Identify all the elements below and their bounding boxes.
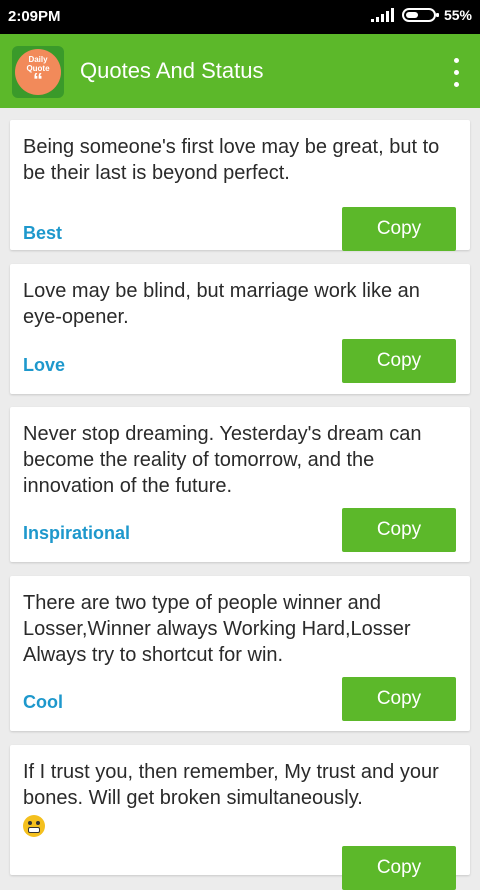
quote-card: There are two type of people winner and …: [10, 576, 470, 731]
quote-text: If I trust you, then remember, My trust …: [23, 759, 455, 837]
quote-card: Never stop dreaming. Yesterday's dream c…: [10, 407, 470, 562]
copy-button[interactable]: Copy: [342, 677, 456, 721]
quote-category[interactable]: Best: [23, 223, 62, 244]
copy-button[interactable]: Copy: [342, 508, 456, 552]
battery-percent: 55%: [443, 7, 472, 23]
quote-text: Love may be blind, but marriage work lik…: [23, 280, 420, 328]
quote-text-content: If I trust you, then remember, My trust …: [23, 761, 439, 809]
status-bar: 2:09PM 55%: [0, 0, 480, 34]
quote-category[interactable]: Cool: [23, 692, 63, 713]
quote-text: Being someone's first love may be great,…: [23, 136, 440, 184]
quote-card: Love may be blind, but marriage work lik…: [10, 264, 470, 394]
logo-text-daily: Daily: [28, 55, 48, 64]
app-title: Quotes And Status: [80, 58, 264, 83]
signal-icon: [370, 8, 394, 22]
quote-category[interactable]: Inspirational: [23, 523, 130, 544]
copy-button[interactable]: Copy: [342, 339, 456, 383]
status-time: 2:09PM: [8, 8, 61, 25]
quote-category[interactable]: Love: [23, 355, 65, 376]
copy-button[interactable]: Copy: [342, 207, 456, 251]
quote-card: If I trust you, then remember, My trust …: [10, 745, 470, 890]
battery-icon: [401, 8, 439, 22]
status-icons: 55%: [370, 7, 472, 23]
more-vert-icon[interactable]: [450, 54, 462, 90]
copy-button[interactable]: Copy: [342, 846, 456, 890]
app-bar: Daily Quote “ Quotes And Status: [0, 34, 480, 108]
quote-mark-icon: “: [33, 70, 43, 92]
quote-text: There are two type of people winner and …: [23, 592, 411, 666]
grimacing-face-icon: [23, 814, 45, 837]
app-logo: Daily Quote “: [12, 46, 64, 98]
quote-card: Being someone's first love may be great,…: [10, 120, 470, 251]
quote-text: Never stop dreaming. Yesterday's dream c…: [23, 423, 422, 497]
